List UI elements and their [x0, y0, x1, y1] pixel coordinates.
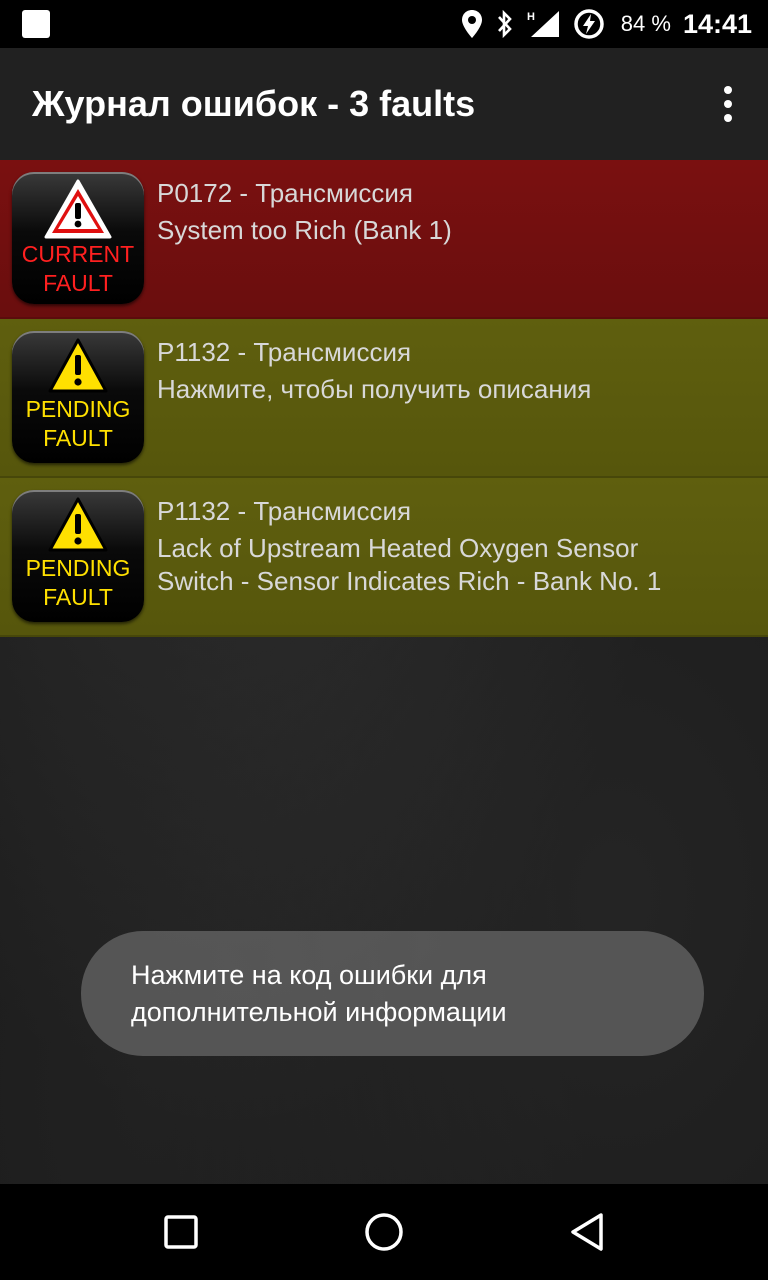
pending-fault-badge: PENDING FAULT — [12, 331, 144, 463]
navigation-bar — [0, 1184, 768, 1280]
app-bar: Журнал ошибок - 3 faults — [0, 48, 768, 160]
current-fault-badge: CURRENT FAULT — [12, 172, 144, 304]
svg-text:H: H — [527, 11, 535, 23]
fault-code: P1132 - Трансмиссия — [157, 496, 412, 526]
battery-percent: 84 % — [620, 11, 671, 36]
pending-fault-badge: PENDING FAULT — [12, 490, 144, 622]
fault-description: Нажмите, чтобы получить описания — [157, 374, 592, 404]
status-bar: H 84 % 14:41 — [0, 0, 768, 48]
badge-label-line1: PENDING — [25, 555, 131, 581]
fault-row[interactable]: CURRENT FAULT P0172 - Трансмиссия System… — [0, 160, 768, 319]
home-circle-icon[interactable] — [354, 1202, 414, 1262]
badge-label-line2: FAULT — [43, 425, 113, 451]
badge-label-line1: PENDING — [25, 396, 131, 422]
badge-label-line1: CURRENT — [21, 241, 135, 267]
page-title: Журнал ошибок - 3 faults — [32, 83, 476, 124]
fault-list: CURRENT FAULT P0172 - Трансмиссия System… — [0, 160, 768, 637]
battery-charging-icon — [574, 9, 604, 39]
fault-description: System too Rich (Bank 1) — [157, 215, 452, 245]
status-clock: 14:41 — [682, 8, 752, 39]
fault-code: P1132 - Трансмиссия — [157, 337, 412, 367]
warning-triangle-icon — [48, 338, 108, 393]
fault-code: P0172 - Трансмиссия — [157, 178, 413, 208]
back-triangle-icon[interactable] — [557, 1202, 617, 1262]
bluetooth-icon — [497, 9, 512, 39]
overflow-menu-icon[interactable] — [708, 74, 748, 134]
toast: Нажмите на код ошибки для дополнительной… — [81, 931, 704, 1056]
notification-icon — [22, 10, 50, 38]
screen: H 84 % 14:41 Журнал ошибок - 3 faults CU… — [0, 0, 768, 1280]
location-icon — [461, 10, 482, 38]
warning-triangle-icon — [44, 179, 112, 239]
fault-description: Lack of Upstream Heated Oxygen Sensor Sw… — [157, 533, 662, 596]
fault-row[interactable]: PENDING FAULT P1132 - Трансмиссия Lack o… — [0, 478, 768, 637]
recents-square-icon[interactable] — [151, 1202, 211, 1262]
badge-label-line2: FAULT — [43, 584, 113, 610]
fault-row[interactable]: PENDING FAULT P1132 - Трансмиссия Нажмит… — [0, 319, 768, 478]
toast-message: Нажмите на код ошибки для дополнительной… — [131, 959, 507, 1027]
signal-h-icon: H — [527, 11, 559, 37]
warning-triangle-icon — [48, 497, 108, 552]
badge-label-line2: FAULT — [43, 270, 113, 296]
